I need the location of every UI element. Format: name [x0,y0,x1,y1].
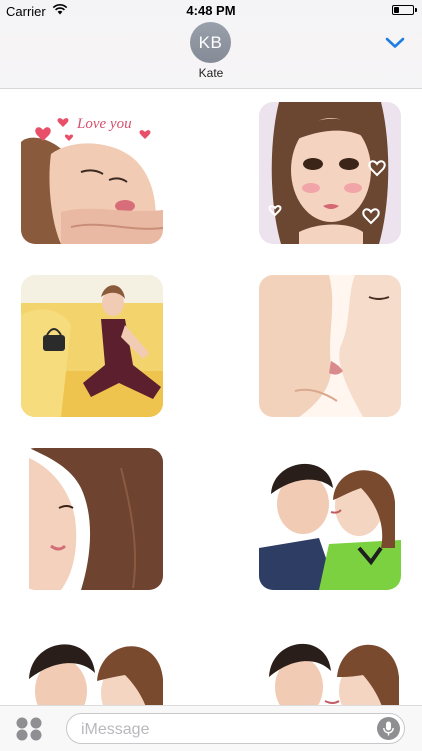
dictation-button[interactable] [377,717,400,740]
clock: 4:48 PM [186,3,236,18]
battery-tip [415,8,417,12]
sticker-profile-hair[interactable] [21,448,163,590]
app-drawer-icon [15,717,43,746]
sticker-caption: Love you [76,116,132,132]
microphone-icon [377,721,400,744]
message-input[interactable] [79,718,373,742]
contact-name[interactable]: Kate [0,66,422,80]
sticker-portrait-hearts[interactable] [259,102,401,244]
sticker-kiss-closeup[interactable] [259,275,401,417]
sticker-woman-on-sofa[interactable] [21,275,163,417]
avatar[interactable]: KB [190,22,231,63]
sticker-couple-embrace[interactable] [259,621,401,705]
status-bar: Carrier 4:48 PM [0,0,422,22]
collapse-button[interactable] [384,36,406,50]
sticker-couple-kiss[interactable] [259,448,401,590]
conversation-header: Carrier 4:48 PM KB Kate [0,0,422,89]
message-field[interactable] [66,713,405,744]
sticker-couple-blush[interactable] [21,621,163,705]
sticker-love-you[interactable]: Love you [21,102,163,244]
chevron-down-icon [384,37,406,54]
message-input-bar [0,705,422,751]
sticker-grid: Love you [0,89,422,705]
battery-icon [392,5,414,15]
app-drawer-button[interactable] [15,716,43,742]
